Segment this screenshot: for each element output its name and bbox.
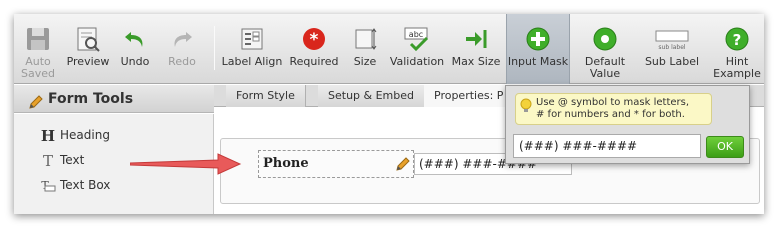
input-mask-popup: Use @ symbol to mask letters, # for numb… [505, 85, 750, 164]
sidebar-item-text[interactable]: T Text [40, 151, 85, 170]
sub-label-button[interactable]: sub label Sub Label [640, 14, 704, 84]
required-label: Required [289, 55, 339, 68]
required-button[interactable]: * Required [286, 14, 342, 84]
preview-icon [75, 26, 101, 52]
validation-label: Validation [389, 55, 445, 68]
sub-label-label: Sub Label [644, 55, 700, 68]
ok-button[interactable]: OK [706, 136, 744, 158]
undo-button[interactable]: Undo [114, 14, 156, 84]
svg-text:?: ? [733, 31, 742, 49]
sidebar-item-label: Text Box [60, 178, 111, 192]
redo-icon [169, 26, 195, 52]
label-align-button[interactable]: Label Align [220, 14, 284, 84]
input-mask-icon [525, 26, 551, 52]
max-size-label: Max Size [451, 55, 501, 68]
required-icon: * [301, 26, 327, 52]
hint-example-button[interactable]: ? Hint Example [708, 14, 764, 84]
undo-label: Undo [120, 55, 150, 68]
floppy-disk-icon [25, 26, 51, 52]
size-button[interactable]: Size [344, 14, 386, 84]
edit-pencil-icon[interactable] [395, 156, 411, 182]
default-value-icon [592, 26, 618, 52]
sub-label-icon: sub label [652, 26, 692, 52]
validation-icon: abc [404, 26, 430, 52]
tab-properties[interactable]: Properties: P [424, 85, 515, 107]
red-arrow-icon [129, 152, 242, 180]
validation-button[interactable]: abc Validation [388, 14, 446, 84]
redo-button[interactable]: Redo [160, 14, 204, 84]
sidebar-item-label: Heading [60, 128, 110, 142]
heading-icon: H [40, 127, 56, 145]
form-tools-header: Form Tools [14, 85, 214, 113]
sidebar-item-heading[interactable]: H Heading [40, 126, 110, 145]
svg-text:H: H [41, 127, 55, 143]
hint-line-1: Use @ symbol to mask letters, [536, 97, 690, 108]
phone-label-text: Phone [263, 156, 309, 171]
size-icon [352, 26, 378, 52]
lightbulb-icon [520, 98, 532, 118]
toolbar: Auto Saved Preview Undo Redo Label Align… [14, 14, 764, 84]
hint-line-2: # for numbers and * for both. [536, 109, 685, 120]
mask-hint: Use @ symbol to mask letters, # for numb… [515, 93, 712, 125]
svg-text:sub label: sub label [658, 44, 685, 51]
svg-text:T: T [43, 152, 53, 168]
undo-icon [122, 26, 148, 52]
svg-text:*: * [310, 30, 319, 50]
size-label: Size [353, 55, 377, 68]
text-icon: T [40, 152, 56, 170]
hint-icon: ? [724, 26, 750, 52]
tab-form-style[interactable]: Form Style [226, 85, 306, 107]
toolbar-divider [214, 26, 215, 70]
redo-label: Redo [168, 55, 196, 68]
default-value-button[interactable]: Default Value [574, 14, 636, 84]
hint-label-2: Example [713, 67, 761, 80]
label-align-icon [239, 26, 265, 52]
svg-text:abc: abc [409, 30, 423, 39]
label-align-label: Label Align [221, 55, 283, 68]
input-mask-label: Input Mask [507, 55, 569, 68]
auto-saved-label-2: Saved [21, 67, 55, 80]
preview-label: Preview [66, 55, 110, 68]
max-size-icon [463, 26, 489, 52]
input-mask-button[interactable]: Input Mask [506, 14, 570, 84]
tab-setup-embed[interactable]: Setup & Embed [318, 85, 425, 107]
sidebar-item-textbox[interactable]: T Text Box [40, 176, 110, 194]
default-value-label-2: Value [589, 67, 621, 80]
preview-button[interactable]: Preview [64, 14, 112, 84]
mask-input[interactable]: (###) ###-#### [513, 134, 701, 158]
sidebar-item-label: Text [60, 153, 85, 167]
auto-saved-button: Auto Saved [14, 14, 62, 84]
max-size-button[interactable]: Max Size [448, 14, 504, 84]
form-tools-title: Form Tools [48, 91, 134, 107]
textbox-icon: T [40, 177, 56, 193]
phone-field-label[interactable]: Phone [258, 150, 414, 178]
